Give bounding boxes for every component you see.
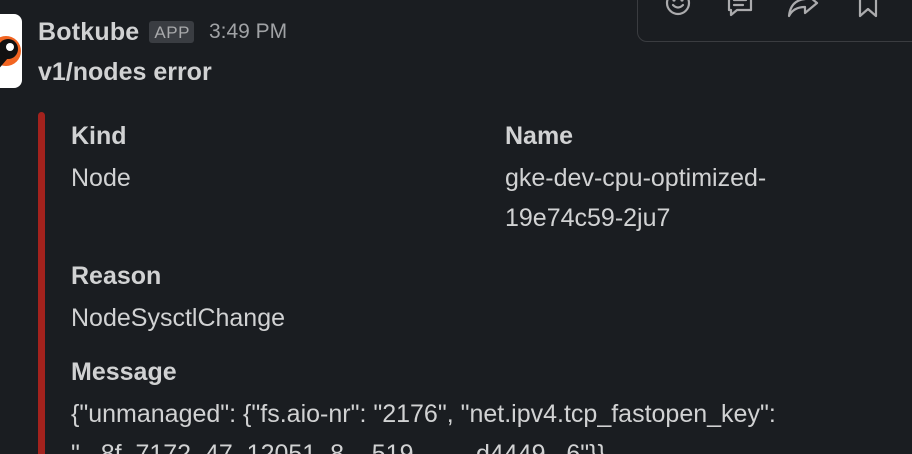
attachment-color-bar xyxy=(38,112,45,454)
message-timestamp[interactable]: 3:49 PM xyxy=(209,20,287,44)
reply-thread-button[interactable] xyxy=(720,0,760,21)
field-message-label: Message xyxy=(71,358,177,386)
field-name-value-line1: gke-dev-cpu-optimized- xyxy=(505,164,767,192)
field-name: Name gke-dev-cpu-optimized- 19e74c59-2ju… xyxy=(505,114,865,238)
app-badge: APP xyxy=(149,21,194,43)
bot-avatar[interactable] xyxy=(0,14,22,88)
field-message: Message {"unmanaged": {"fs.aio-nr": "217… xyxy=(71,350,912,454)
emoji-reaction-button[interactable] xyxy=(658,0,698,21)
bookmark-icon xyxy=(858,0,878,18)
field-name-label: Name xyxy=(505,122,574,150)
save-message-button[interactable] xyxy=(848,0,888,21)
botkube-logo-icon xyxy=(0,36,21,68)
field-kind-label: Kind xyxy=(71,122,127,150)
sender-name[interactable]: Botkube xyxy=(38,18,139,47)
field-reason-value: NodeSysctlChange xyxy=(71,304,286,332)
share-message-button[interactable] xyxy=(783,0,823,21)
field-kind-value: Node xyxy=(71,164,131,192)
slack-message-view: Botkube APP 3:49 PM v1/nodes error Kind … xyxy=(0,0,912,454)
field-reason: Reason NodeSysctlChange xyxy=(71,254,285,338)
reply-thread-icon xyxy=(727,0,753,17)
field-name-value-line2: 19e74c59-2ju7 xyxy=(505,204,671,232)
message-actions-toolbar xyxy=(637,0,912,42)
field-message-value-line1: {"unmanaged": {"fs.aio-nr": "2176", "net… xyxy=(71,400,776,428)
emoji-reaction-icon xyxy=(665,0,691,16)
share-forward-icon xyxy=(787,0,819,18)
field-reason-label: Reason xyxy=(71,262,162,290)
field-message-value-line2: "...8f..7172..47..12051..8....519.......… xyxy=(71,440,606,454)
message-title: v1/nodes error xyxy=(38,58,212,86)
field-kind: Kind Node xyxy=(71,114,131,198)
message-header: Botkube APP 3:49 PM xyxy=(38,14,287,50)
